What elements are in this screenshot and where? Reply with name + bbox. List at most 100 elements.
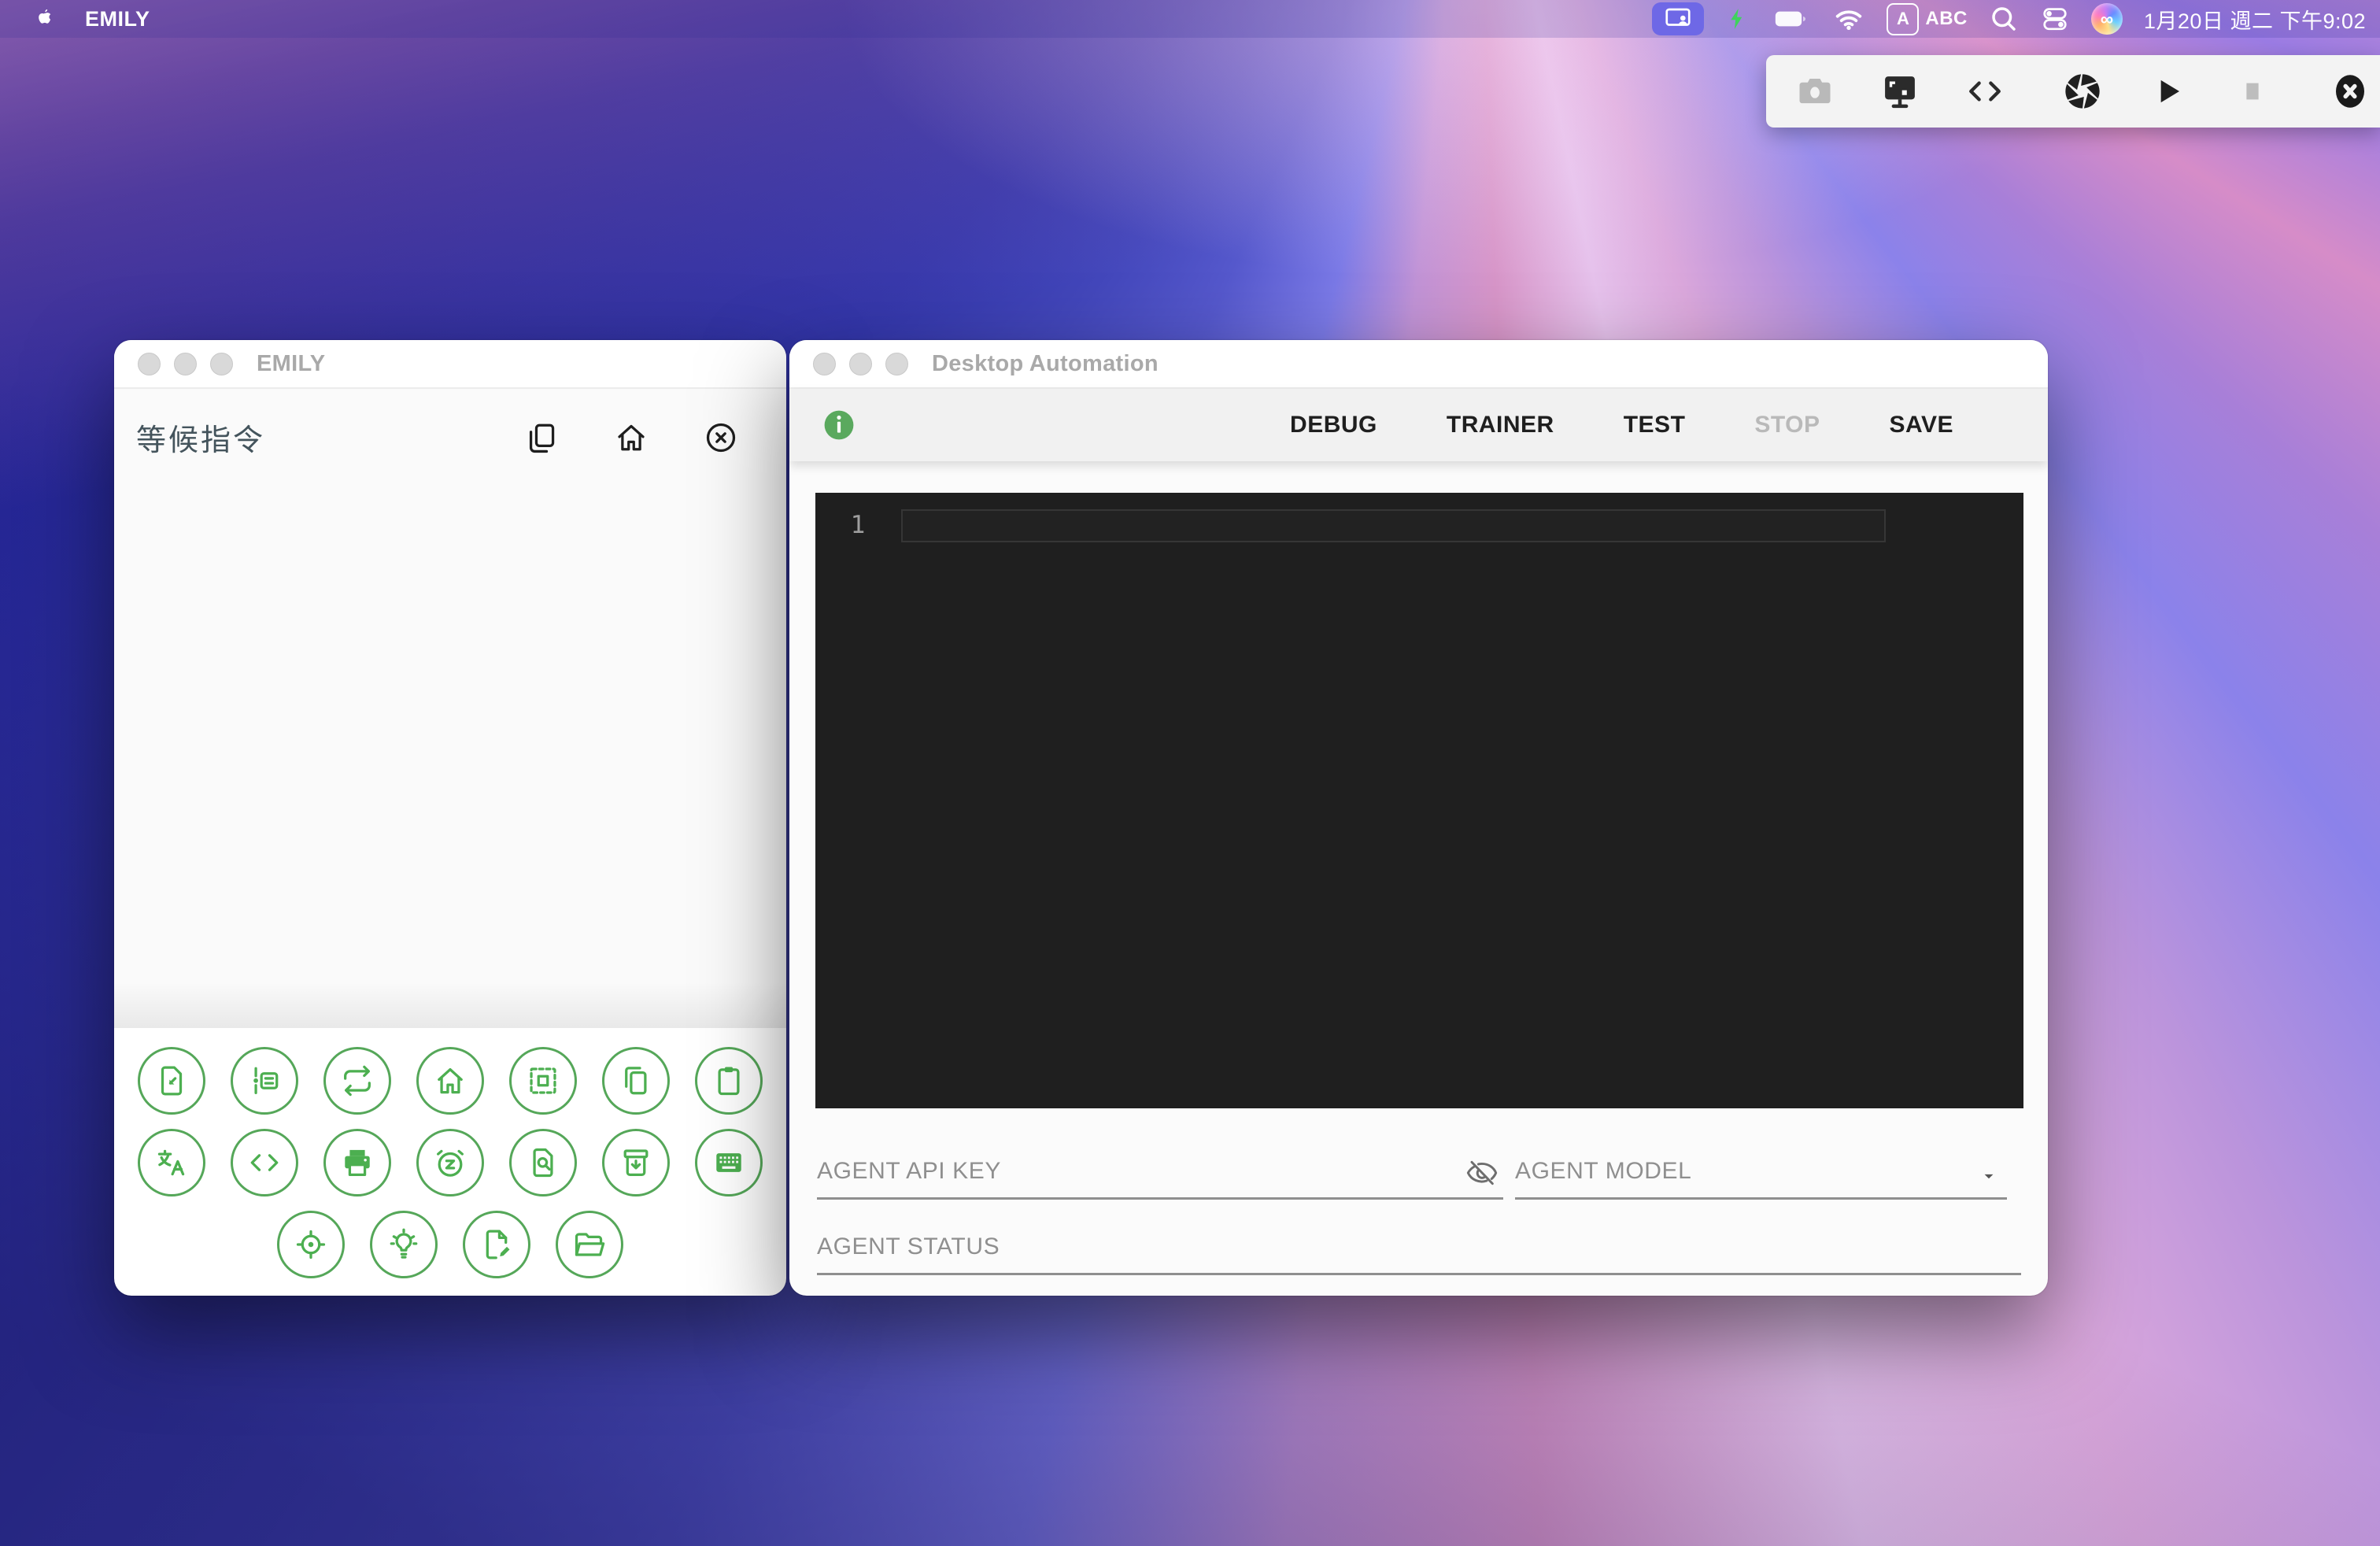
trainer-button[interactable]: TRAINER bbox=[1447, 412, 1554, 438]
search-icon bbox=[1989, 4, 2019, 34]
apple-icon bbox=[30, 6, 57, 32]
emily-titlebar: EMILY bbox=[114, 340, 786, 389]
code-button[interactable] bbox=[231, 1129, 298, 1196]
snooze-button[interactable] bbox=[416, 1129, 484, 1196]
icon-grid-row bbox=[114, 1129, 786, 1196]
close-circle-icon[interactable] bbox=[703, 420, 739, 456]
control-center-icon bbox=[2040, 4, 2070, 34]
home-icon[interactable] bbox=[613, 420, 649, 456]
menubar-app-name[interactable]: EMILY bbox=[85, 7, 150, 31]
copy-button[interactable] bbox=[602, 1047, 670, 1115]
agent-model-select[interactable]: AGENT MODEL bbox=[1515, 1138, 2007, 1200]
icon-grid-row bbox=[114, 1211, 786, 1278]
edit-doc-button[interactable] bbox=[463, 1211, 530, 1278]
copy-icon bbox=[618, 1063, 654, 1099]
apple-menu[interactable] bbox=[30, 6, 57, 32]
code-icon bbox=[246, 1145, 283, 1181]
translate-button[interactable] bbox=[138, 1129, 205, 1196]
repeat-icon bbox=[339, 1063, 375, 1099]
zoom-window-button[interactable] bbox=[210, 353, 233, 375]
agent-api-key-field[interactable]: AGENT API KEY bbox=[817, 1138, 1503, 1200]
node-list-button[interactable] bbox=[231, 1047, 298, 1115]
battery-status[interactable] bbox=[1770, 3, 1811, 35]
play-button[interactable] bbox=[2145, 69, 2190, 113]
keyboard-button[interactable] bbox=[695, 1129, 763, 1196]
battery-charging-status[interactable] bbox=[1725, 3, 1749, 35]
save-button[interactable]: SAVE bbox=[1890, 412, 1953, 438]
line-number: 1 bbox=[815, 509, 900, 542]
battery-icon bbox=[1770, 3, 1811, 35]
agent-status-label: AGENT STATUS bbox=[817, 1233, 2021, 1260]
emily-content-area: 等候指令 bbox=[114, 389, 786, 1028]
crosshair-button[interactable] bbox=[277, 1211, 345, 1278]
window-title: EMILY bbox=[257, 351, 325, 377]
agent-status-field[interactable]: AGENT STATUS bbox=[817, 1215, 2021, 1275]
shutter-icon bbox=[2061, 70, 2104, 113]
home-icon bbox=[432, 1063, 468, 1099]
action-icon-grid bbox=[114, 1028, 786, 1278]
edit-doc-icon bbox=[479, 1226, 515, 1263]
find-doc-icon bbox=[525, 1145, 561, 1181]
home-button[interactable] bbox=[416, 1047, 484, 1115]
folder-open-button[interactable] bbox=[556, 1211, 623, 1278]
stop-button bbox=[2230, 69, 2275, 113]
camera-button bbox=[1793, 69, 1837, 113]
lightbulb-button[interactable] bbox=[370, 1211, 438, 1278]
toolbar-button-group: DEBUG TRAINER TEST STOP SAVE bbox=[1290, 412, 1953, 438]
infinity-icon: ∞ bbox=[2101, 9, 2113, 30]
code-editor[interactable]: 1 bbox=[815, 493, 2023, 1108]
control-center[interactable] bbox=[2040, 4, 2070, 34]
menubar-clock[interactable]: 1月20日 週二 下午9:02 bbox=[2144, 4, 2366, 35]
archive-icon bbox=[618, 1145, 654, 1181]
icon-grid-row bbox=[114, 1047, 786, 1115]
select-all-button[interactable] bbox=[509, 1047, 577, 1115]
stop-button: STOP bbox=[1754, 412, 1820, 438]
agent-status-text: 等候指令 bbox=[136, 416, 265, 459]
input-source-label: ABC bbox=[1925, 8, 1968, 30]
wifi-status[interactable] bbox=[1832, 3, 1865, 35]
desktop-automation-window: Desktop Automation DEBUG TRAINER TEST STOP S… bbox=[789, 340, 2048, 1296]
test-button[interactable]: TEST bbox=[1624, 412, 1686, 438]
debug-button[interactable]: DEBUG bbox=[1290, 412, 1377, 438]
close-panel-button[interactable] bbox=[2328, 69, 2372, 113]
close-window-button[interactable] bbox=[138, 353, 161, 375]
charging-bolt-icon bbox=[1725, 3, 1749, 35]
snooze-icon bbox=[432, 1145, 468, 1181]
screen-capture-button[interactable] bbox=[1878, 69, 1922, 113]
wifi-icon bbox=[1832, 3, 1865, 35]
find-doc-button[interactable] bbox=[509, 1129, 577, 1196]
visibility-off-icon[interactable] bbox=[1465, 1156, 1499, 1189]
stop-icon bbox=[2234, 72, 2271, 110]
info-icon[interactable] bbox=[821, 407, 857, 443]
archive-button[interactable] bbox=[602, 1129, 670, 1196]
input-source-badge: A bbox=[1887, 3, 1919, 35]
automation-titlebar: Desktop Automation bbox=[789, 340, 2048, 389]
close-window-button[interactable] bbox=[813, 353, 836, 375]
duplicate-icon[interactable] bbox=[523, 420, 560, 456]
file-arrow-button[interactable] bbox=[138, 1047, 205, 1115]
input-source-switcher[interactable]: A ABC bbox=[1887, 3, 1968, 35]
crosshair-icon bbox=[293, 1226, 329, 1263]
zoom-window-button[interactable] bbox=[885, 353, 908, 375]
code-view-button[interactable] bbox=[1963, 69, 2007, 113]
spotlight-search[interactable] bbox=[1989, 4, 2019, 34]
repeat-button[interactable] bbox=[323, 1047, 391, 1115]
play-icon bbox=[2148, 72, 2187, 111]
menu-bar: EMILY bbox=[0, 0, 2380, 38]
camera-icon bbox=[1794, 71, 1835, 112]
screen-capture-icon bbox=[1879, 70, 1921, 113]
agent-model-label: AGENT MODEL bbox=[1515, 1158, 2007, 1185]
screen-sharing-status[interactable] bbox=[1652, 2, 1704, 35]
agent-api-key-label: AGENT API KEY bbox=[817, 1158, 1503, 1185]
code-icon bbox=[1964, 71, 2005, 112]
clipboard-button[interactable] bbox=[695, 1047, 763, 1115]
minimize-window-button[interactable] bbox=[174, 353, 197, 375]
chevron-down-icon bbox=[1979, 1166, 1999, 1186]
print-button[interactable] bbox=[323, 1129, 391, 1196]
apple-intelligence-status[interactable]: ∞ bbox=[2091, 3, 2123, 35]
shutter-button[interactable] bbox=[2060, 69, 2105, 113]
keyboard-icon bbox=[711, 1145, 747, 1181]
screen-sharing-icon bbox=[1662, 7, 1694, 31]
node-list-icon bbox=[246, 1063, 283, 1099]
minimize-window-button[interactable] bbox=[849, 353, 872, 375]
